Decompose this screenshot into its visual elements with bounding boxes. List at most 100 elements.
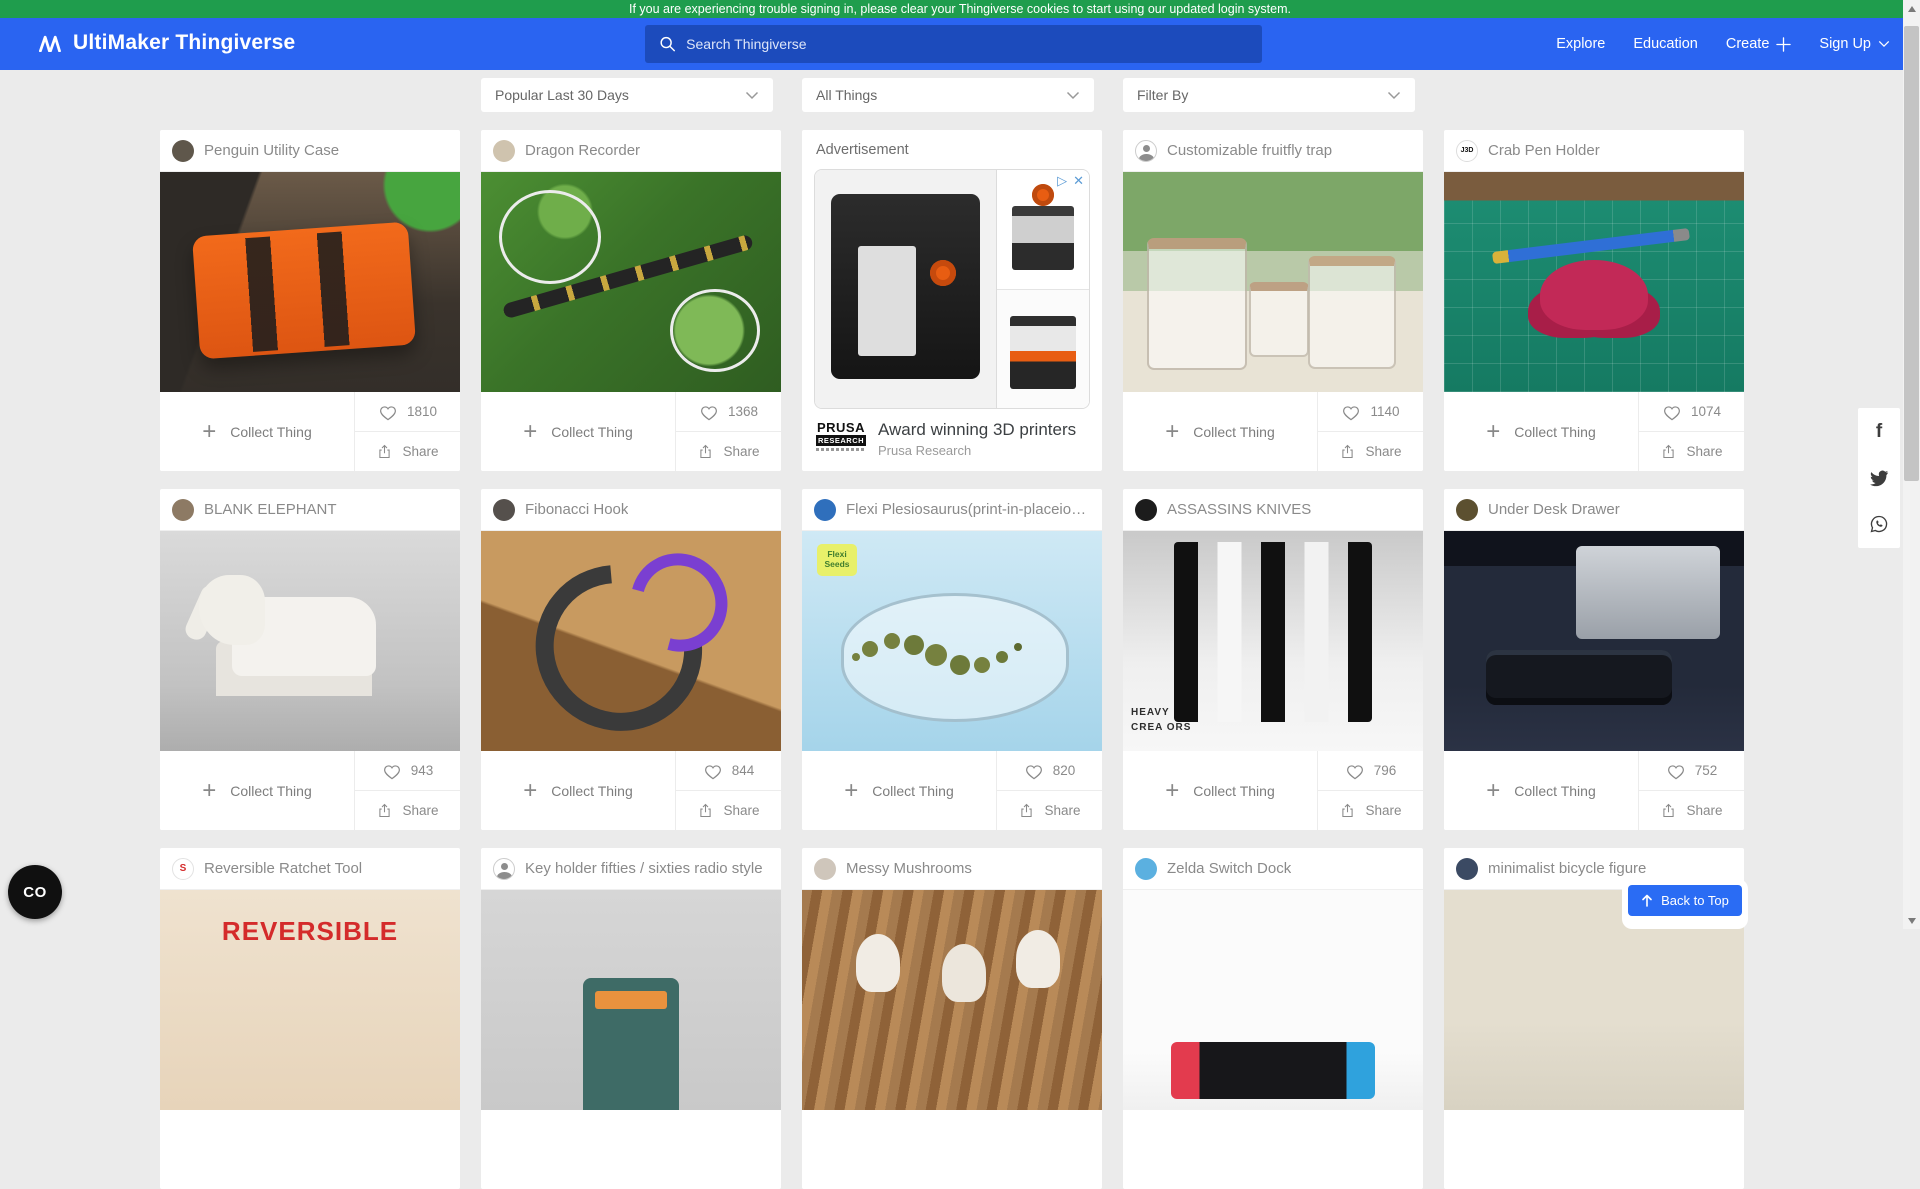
thing-title[interactable]: Messy Mushrooms [846,860,972,877]
thing-card-header[interactable]: Messy Mushrooms [802,848,1102,890]
collect-thing-button[interactable]: + Collect Thing [1444,392,1638,471]
thing-title[interactable]: Fibonacci Hook [525,501,628,518]
nav-signup[interactable]: Sign Up [1819,36,1890,52]
thing-card-header[interactable]: ASSASSINS KNIVES [1123,489,1423,531]
thing-card-header[interactable]: BLANK ELEPHANT [160,489,460,531]
share-button[interactable]: Share [997,790,1102,830]
creator-avatar-default[interactable] [1135,140,1157,162]
thing-thumbnail[interactable] [1444,172,1744,392]
thing-title[interactable]: ASSASSINS KNIVES [1167,501,1311,518]
like-button[interactable]: 1074 [1639,392,1744,431]
thing-card-header[interactable]: Flexi Plesiosaurus(print-in-placeiosauru… [802,489,1102,531]
thing-card-header[interactable]: Fibonacci Hook [481,489,781,531]
thing-type-dropdown[interactable]: All Things [802,78,1094,112]
collect-thing-button[interactable]: + Collect Thing [481,392,675,471]
share-button[interactable]: Share [676,431,781,471]
thing-title[interactable]: Under Desk Drawer [1488,501,1620,518]
thing-card-header[interactable]: J3D Crab Pen Holder [1444,130,1744,172]
collect-thing-button[interactable]: + Collect Thing [1444,751,1638,830]
share-button[interactable]: Share [1318,790,1423,830]
creator-avatar[interactable] [1135,858,1157,880]
search-box[interactable] [645,25,1262,63]
creator-avatar[interactable] [814,858,836,880]
nav-explore[interactable]: Explore [1556,36,1605,52]
thing-card-header[interactable]: Zelda Switch Dock [1123,848,1423,890]
collect-thing-button[interactable]: + Collect Thing [160,751,354,830]
thing-card-header[interactable]: Under Desk Drawer [1444,489,1744,531]
creator-avatar[interactable] [493,140,515,162]
collect-thing-button[interactable]: + Collect Thing [1123,392,1317,471]
thing-title[interactable]: Customizable fruitfly trap [1167,142,1332,159]
like-button[interactable]: 752 [1639,751,1744,790]
share-button[interactable]: Share [355,790,460,830]
thing-thumbnail[interactable] [160,531,460,751]
share-button[interactable]: Share [355,431,460,471]
ad-headline[interactable]: Award winning 3D printers [878,420,1076,440]
thing-card-header[interactable]: S Reversible Ratchet Tool [160,848,460,890]
thing-title[interactable]: Zelda Switch Dock [1167,860,1291,877]
thing-thumbnail[interactable] [481,172,781,392]
like-button[interactable]: 820 [997,751,1102,790]
like-button[interactable]: 943 [355,751,460,790]
thing-title[interactable]: BLANK ELEPHANT [204,501,337,518]
scrollbar-up-arrow[interactable] [1903,0,1920,17]
creator-avatar[interactable] [172,140,194,162]
thing-thumbnail[interactable] [1123,890,1423,1110]
ad-image-main-printer[interactable] [815,170,996,408]
thing-title[interactable]: minimalist bicycle figure [1488,860,1646,877]
ad-close-icon[interactable]: ✕ [1073,173,1084,189]
thing-card-header[interactable]: Penguin Utility Case [160,130,460,172]
thingiverse-logo[interactable]: UltiMaker Thingiverse [38,31,295,55]
collect-thing-button[interactable]: + Collect Thing [1123,751,1317,830]
thing-thumbnail[interactable]: Flexi Seeds [802,531,1102,751]
whatsapp-icon[interactable] [1869,514,1889,534]
creator-avatar[interactable]: J3D [1456,140,1478,162]
creator-avatar[interactable] [493,499,515,521]
cookie-consent-button[interactable]: CO [8,865,62,919]
nav-create[interactable]: Create [1726,36,1792,52]
twitter-icon[interactable] [1869,468,1889,488]
ad-image-printer-3[interactable] [997,289,1089,409]
facebook-icon[interactable]: f [1869,422,1889,442]
like-button[interactable]: 796 [1318,751,1423,790]
share-button[interactable]: Share [1639,790,1744,830]
thing-title[interactable]: Penguin Utility Case [204,142,339,159]
search-input[interactable] [686,36,1248,52]
share-button[interactable]: Share [1639,431,1744,471]
thing-thumbnail[interactable] [1444,531,1744,751]
page-scrollbar[interactable] [1903,0,1920,929]
creator-avatar-default[interactable] [493,858,515,880]
share-button[interactable]: Share [1318,431,1423,471]
creator-avatar[interactable] [1135,499,1157,521]
thing-thumbnail[interactable] [1123,172,1423,392]
scrollbar-thumb[interactable] [1904,26,1919,481]
scrollbar-down-arrow[interactable] [1903,912,1920,929]
like-button[interactable]: 1810 [355,392,460,431]
collect-thing-button[interactable]: + Collect Thing [802,751,996,830]
thing-thumbnail[interactable] [481,890,781,1110]
thing-title[interactable]: Flexi Plesiosaurus(print-in-placeiosauru… [846,501,1090,518]
adchoices-icon[interactable]: ▷ [1057,173,1067,189]
collect-thing-button[interactable]: + Collect Thing [160,392,354,471]
thing-title[interactable]: Dragon Recorder [525,142,640,159]
thing-thumbnail[interactable] [802,890,1102,1110]
thing-thumbnail[interactable] [160,172,460,392]
prusa-research-logo[interactable]: PRUSA RESEARCH [816,420,866,451]
thing-title[interactable]: Crab Pen Holder [1488,142,1600,159]
creator-avatar[interactable] [172,499,194,521]
thing-title[interactable]: Key holder fifties / sixties radio style [525,860,763,877]
thing-thumbnail[interactable] [481,531,781,751]
creator-avatar[interactable]: S [172,858,194,880]
like-button[interactable]: 1368 [676,392,781,431]
creator-avatar[interactable] [814,499,836,521]
ad-banner[interactable]: ▷ ✕ [814,169,1090,409]
thing-card-header[interactable]: Dragon Recorder [481,130,781,172]
back-to-top-button[interactable]: Back to Top [1628,885,1742,916]
like-button[interactable]: 1140 [1318,392,1423,431]
nav-education[interactable]: Education [1633,36,1698,52]
thing-card-header[interactable]: Customizable fruitfly trap [1123,130,1423,172]
thing-card-header[interactable]: Key holder fifties / sixties radio style [481,848,781,890]
like-button[interactable]: 844 [676,751,781,790]
creator-avatar[interactable] [1456,499,1478,521]
filter-by-dropdown[interactable]: Filter By [1123,78,1415,112]
